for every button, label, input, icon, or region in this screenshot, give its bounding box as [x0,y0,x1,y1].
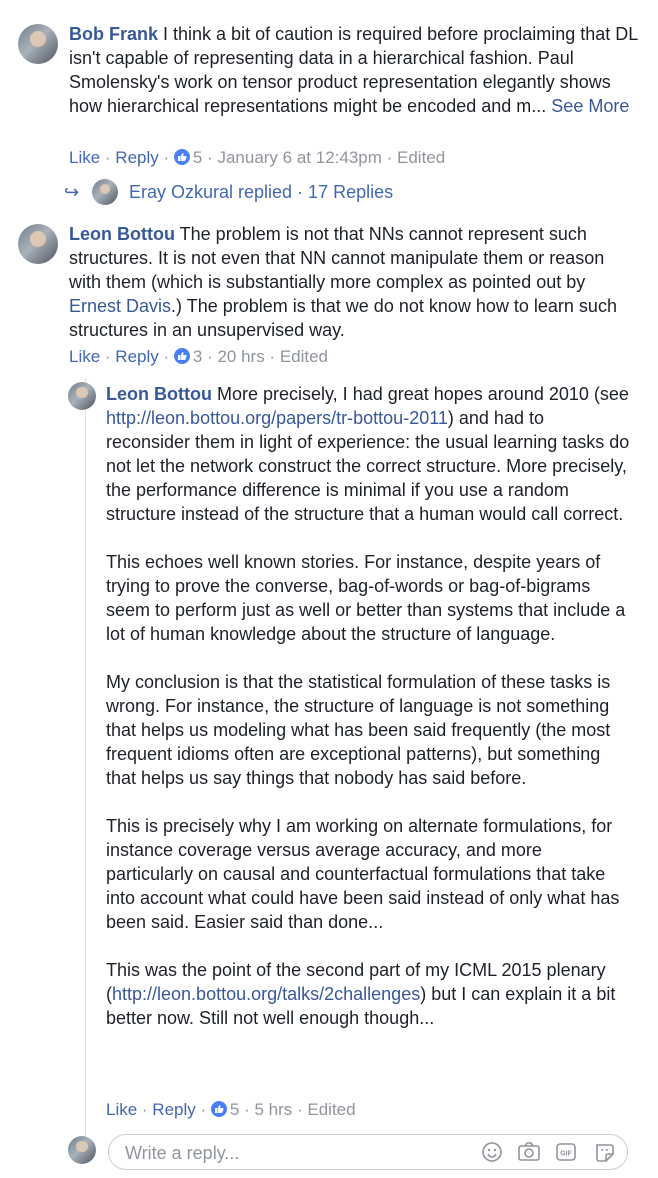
reply-paragraph: This is precisely why I am working on al… [106,816,620,932]
comment-author[interactable]: Leon Bottou [69,224,175,244]
comment-body: Leon Bottou The problem is not that NNs … [69,222,641,342]
like-link[interactable]: Like [69,148,100,167]
avatar-leon-bottou-reply[interactable] [68,382,96,410]
edited-label[interactable]: Edited [397,148,445,167]
reply-arrow-icon: ↪ [64,182,80,202]
replies-summary[interactable]: Eray Ozkural replied · 17 Replies [129,180,393,204]
reply-composer[interactable]: GIF [108,1134,628,1171]
reaction-count[interactable]: 5 [230,1100,239,1119]
like-reaction-icon[interactable] [173,149,190,165]
reply-link[interactable]: Reply [152,1100,195,1119]
edited-label[interactable]: Edited [307,1100,355,1119]
reaction-count[interactable]: 3 [193,347,202,366]
reply-input[interactable] [123,1135,467,1171]
like-reaction-icon[interactable] [173,348,190,364]
comment-body: Bob Frank I think a bit of caution is re… [69,22,641,118]
comment-author[interactable]: Bob Frank [69,24,158,44]
reply-body: Leon Bottou More precisely, I had great … [106,382,631,1030]
avatar-bob-frank[interactable] [18,24,58,64]
reply-link[interactable]: Reply [115,148,158,167]
see-more-link[interactable]: See More [551,96,629,116]
thread-line [85,378,86,1136]
svg-text:GIF: GIF [560,1151,572,1158]
comment-meta: Like · Reply · 5 · January 6 at 12:43pm … [69,148,446,167]
reply-paragraph: This echoes well known stories. For inst… [106,552,626,644]
reply-meta: Like · Reply · 5 · 5 hrs · Edited [106,1100,356,1119]
paper-link[interactable]: http://leon.bottou.org/papers/tr-bottou-… [106,408,448,428]
reply-time[interactable]: 5 hrs [254,1100,292,1119]
like-link[interactable]: Like [106,1100,137,1119]
comment-time[interactable]: 20 hrs [217,347,264,366]
avatar-eray-ozkural[interactable] [92,179,118,205]
reply-text: More precisely, I had great hopes around… [211,384,629,404]
camera-icon[interactable] [517,1141,541,1163]
emoji-icon[interactable] [481,1141,505,1163]
like-link[interactable]: Like [69,347,100,366]
current-user-avatar[interactable] [68,1136,96,1164]
reply-author[interactable]: Leon Bottou [106,384,212,404]
edited-label[interactable]: Edited [280,347,328,366]
talk-link[interactable]: http://leon.bottou.org/talks/2challenges [112,984,420,1004]
like-reaction-icon[interactable] [210,1101,227,1117]
mention-link[interactable]: Ernest Davis [69,296,171,316]
reaction-count[interactable]: 5 [193,148,202,167]
comment-time[interactable]: January 6 at 12:43pm [217,148,381,167]
reply-paragraph: My conclusion is that the statistical fo… [106,672,611,788]
reply-paragraph: This was the point of the second part of… [106,958,631,1030]
replies-summary-text[interactable]: Eray Ozkural replied · 17 Replies [129,182,393,202]
gif-icon[interactable]: GIF [555,1141,579,1163]
comment-meta: Like · Reply · 3 · 20 hrs · Edited [69,347,329,366]
avatar-leon-bottou[interactable] [18,224,58,264]
replies-summary-row[interactable]: ↪ [64,180,82,204]
reply-link[interactable]: Reply [115,347,158,366]
sticker-icon[interactable] [593,1141,617,1163]
reply-paragraph: Leon Bottou More precisely, I had great … [106,382,631,526]
